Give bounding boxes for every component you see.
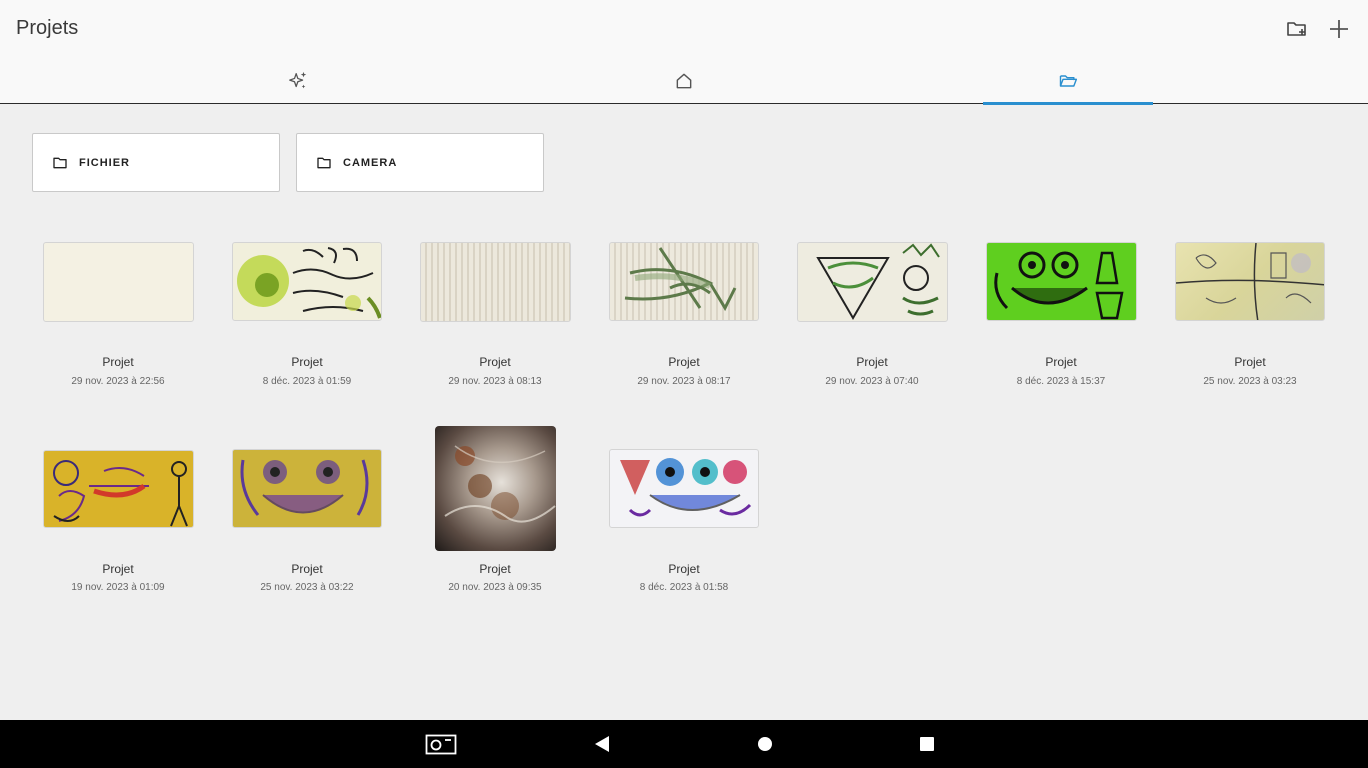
project-date: 19 nov. 2023 à 01:09 — [71, 582, 165, 593]
folder-icon — [317, 157, 331, 168]
folder-add-icon — [1287, 22, 1306, 36]
project-date: 8 déc. 2023 à 15:37 — [1016, 376, 1106, 387]
back-button[interactable] — [578, 720, 626, 768]
project-card[interactable]: Projet 29 nov. 2023 à 08:13 — [410, 232, 580, 412]
new-folder-button[interactable] — [1282, 14, 1312, 44]
project-card[interactable]: Projet 29 nov. 2023 à 07:40 — [787, 232, 957, 412]
project-title: Projet — [1045, 355, 1077, 369]
project-card[interactable]: Projet 8 déc. 2023 à 01:58 — [599, 439, 769, 619]
project-thumbnail — [232, 242, 382, 321]
screenshot-button[interactable] — [417, 720, 465, 768]
project-card[interactable]: Projet 29 nov. 2023 à 08:17 — [599, 232, 769, 412]
home-icon — [676, 73, 692, 89]
project-date: 20 nov. 2023 à 09:35 — [448, 582, 542, 593]
project-thumbnail — [420, 242, 571, 322]
project-thumbnail — [986, 242, 1137, 321]
project-title: Projet — [102, 562, 134, 576]
project-card[interactable]: Projet 25 nov. 2023 à 03:22 — [222, 439, 392, 619]
screenshot-icon — [425, 734, 457, 755]
project-date: 25 nov. 2023 à 03:22 — [260, 582, 354, 593]
add-button[interactable] — [1324, 14, 1354, 44]
project-title: Projet — [479, 562, 511, 576]
camera-button[interactable]: CAMERA — [296, 133, 544, 192]
home-icon — [758, 737, 772, 751]
project-date: 25 nov. 2023 à 03:23 — [1203, 376, 1297, 387]
project-title: Projet — [102, 355, 134, 369]
project-title: Projet — [668, 355, 700, 369]
folder-open-icon — [1059, 75, 1078, 87]
tab-home[interactable] — [599, 58, 769, 104]
project-title: Projet — [1234, 355, 1266, 369]
sparkle-icon — [289, 71, 307, 89]
project-card[interactable]: Projet 20 nov. 2023 à 09:35 — [410, 426, 580, 619]
project-date: 29 nov. 2023 à 08:13 — [448, 376, 542, 387]
project-date: 29 nov. 2023 à 22:56 — [71, 376, 165, 387]
project-card[interactable]: Projet 8 déc. 2023 à 15:37 — [976, 232, 1146, 412]
fichier-button[interactable]: FICHIER — [32, 133, 280, 192]
plus-icon — [1330, 20, 1348, 38]
tab-discover[interactable] — [213, 58, 383, 104]
project-thumbnail — [43, 450, 194, 528]
home-nav-button[interactable] — [741, 720, 789, 768]
project-title: Projet — [479, 355, 511, 369]
project-title: Projet — [291, 355, 323, 369]
camera-label: CAMERA — [343, 156, 398, 169]
fichier-label: FICHIER — [79, 156, 130, 169]
project-card[interactable]: Projet 25 nov. 2023 à 03:23 — [1165, 232, 1335, 412]
recents-icon — [920, 737, 934, 751]
project-title: Projet — [291, 562, 323, 576]
project-date: 29 nov. 2023 à 08:17 — [637, 376, 731, 387]
folder-icon — [53, 157, 67, 168]
tab-projects[interactable] — [983, 58, 1153, 105]
page-title: Projets — [16, 17, 79, 39]
project-thumbnail — [232, 449, 382, 528]
project-thumbnail — [609, 449, 759, 528]
project-thumbnail — [435, 426, 556, 551]
project-date: 8 déc. 2023 à 01:59 — [262, 376, 352, 387]
project-card[interactable]: Projet 19 nov. 2023 à 01:09 — [33, 439, 203, 619]
project-thumbnail — [797, 242, 948, 322]
recents-button[interactable] — [903, 720, 951, 768]
project-thumbnail — [1175, 242, 1325, 321]
navigation-bar — [0, 720, 1368, 768]
project-date: 8 déc. 2023 à 01:58 — [639, 582, 729, 593]
project-title: Projet — [856, 355, 888, 369]
project-card[interactable]: Projet 29 nov. 2023 à 22:56 — [33, 232, 203, 412]
project-thumbnail — [609, 242, 759, 321]
project-date: 29 nov. 2023 à 07:40 — [825, 376, 919, 387]
project-card[interactable]: Projet 8 déc. 2023 à 01:59 — [222, 232, 392, 412]
back-icon — [595, 736, 609, 752]
project-title: Projet — [668, 562, 700, 576]
app-bar: Projets — [0, 0, 1368, 105]
project-thumbnail — [43, 242, 194, 322]
